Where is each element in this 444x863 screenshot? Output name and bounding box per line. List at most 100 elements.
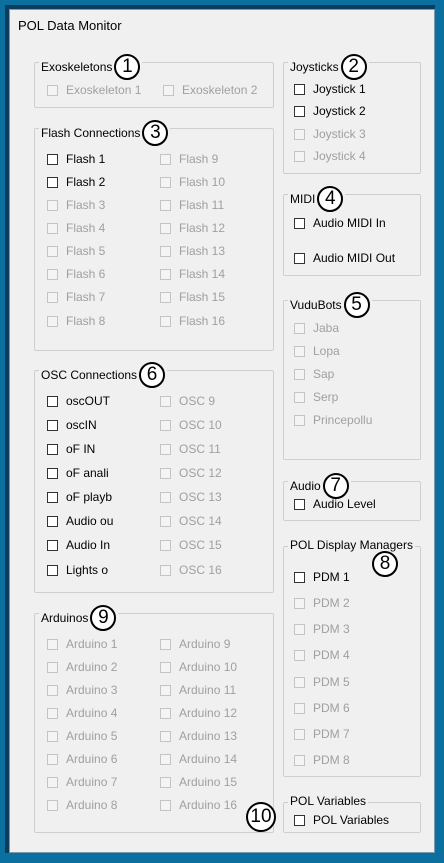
checkbox-box[interactable] [47, 753, 58, 765]
checkbox-osc-12[interactable]: OSC 12 [160, 466, 222, 480]
checkbox-box[interactable] [47, 315, 58, 327]
checkbox-box[interactable] [294, 649, 305, 661]
checkbox-box[interactable] [160, 176, 171, 188]
checkbox-box[interactable] [47, 467, 58, 479]
checkbox-box[interactable] [294, 754, 305, 766]
checkbox-vudu-jaba[interactable]: Jaba [294, 321, 339, 335]
checkbox-box[interactable] [163, 84, 174, 96]
checkbox-flash-9[interactable]: Flash 9 [160, 152, 218, 166]
checkbox-arduino-14[interactable]: Arduino 14 [160, 752, 237, 766]
checkbox-arduino-9[interactable]: Arduino 9 [160, 637, 230, 651]
checkbox-box[interactable] [294, 702, 305, 714]
checkbox-osc-16[interactable]: OSC 16 [160, 563, 222, 577]
checkbox-pdm-6[interactable]: PDM 6 [294, 701, 350, 715]
checkbox-flash-12[interactable]: Flash 12 [160, 221, 225, 235]
checkbox-box[interactable] [160, 799, 171, 811]
checkbox-box[interactable] [47, 153, 58, 165]
checkbox-arduino-7[interactable]: Arduino 7 [47, 775, 117, 789]
checkbox-box[interactable] [294, 676, 305, 688]
checkbox-osc-13[interactable]: OSC 13 [160, 490, 222, 504]
checkbox-box[interactable] [160, 467, 171, 479]
checkbox-box[interactable] [294, 150, 305, 162]
checkbox-flash-3[interactable]: Flash 3 [47, 198, 105, 212]
checkbox-lights-o[interactable]: Lights o [47, 563, 137, 577]
checkbox-box[interactable] [160, 153, 171, 165]
checkbox-box[interactable] [160, 707, 171, 719]
checkbox-osc-14[interactable]: OSC 14 [160, 514, 222, 528]
checkbox-arduino-12[interactable]: Arduino 12 [160, 706, 237, 720]
checkbox-box[interactable] [294, 414, 305, 426]
checkbox-of-in[interactable]: oF IN [47, 442, 137, 456]
checkbox-box[interactable] [47, 564, 58, 576]
checkbox-box[interactable] [294, 728, 305, 740]
checkbox-audio-level[interactable]: Audio Level [294, 497, 376, 511]
checkbox-joystick-1[interactable]: Joystick 1 [294, 82, 366, 96]
checkbox-box[interactable] [160, 268, 171, 280]
checkbox-flash-15[interactable]: Flash 15 [160, 290, 225, 304]
checkbox-box[interactable] [47, 245, 58, 257]
checkbox-box[interactable] [294, 571, 305, 583]
checkbox-box[interactable] [47, 176, 58, 188]
checkbox-arduino-2[interactable]: Arduino 2 [47, 660, 117, 674]
checkbox-arduino-4[interactable]: Arduino 4 [47, 706, 117, 720]
checkbox-box[interactable] [294, 368, 305, 380]
checkbox-joystick-4[interactable]: Joystick 4 [294, 149, 366, 163]
checkbox-box[interactable] [47, 661, 58, 673]
checkbox-box[interactable] [47, 443, 58, 455]
checkbox-box[interactable] [294, 814, 305, 826]
checkbox-box[interactable] [160, 539, 171, 551]
checkbox-pdm-3[interactable]: PDM 3 [294, 622, 350, 636]
checkbox-vudu-princepollu[interactable]: Princepollu [294, 413, 372, 427]
checkbox-box[interactable] [160, 395, 171, 407]
checkbox-box[interactable] [160, 515, 171, 527]
checkbox-box[interactable] [294, 252, 305, 264]
checkbox-flash-10[interactable]: Flash 10 [160, 175, 225, 189]
checkbox-box[interactable] [47, 268, 58, 280]
checkbox-osc-10[interactable]: OSC 10 [160, 418, 222, 432]
checkbox-pdm-2[interactable]: PDM 2 [294, 596, 350, 610]
checkbox-arduino-13[interactable]: Arduino 13 [160, 729, 237, 743]
checkbox-box[interactable] [160, 222, 171, 234]
checkbox-box[interactable] [47, 684, 58, 696]
checkbox-osc-9[interactable]: OSC 9 [160, 394, 215, 408]
checkbox-box[interactable] [47, 730, 58, 742]
checkbox-box[interactable] [160, 443, 171, 455]
checkbox-joystick-2[interactable]: Joystick 2 [294, 104, 366, 118]
checkbox-box[interactable] [294, 105, 305, 117]
checkbox-flash-2[interactable]: Flash 2 [47, 175, 105, 189]
checkbox-box[interactable] [47, 199, 58, 211]
checkbox-arduino-10[interactable]: Arduino 10 [160, 660, 237, 674]
checkbox-exoskeleton-2[interactable]: Exoskeleton 2 [163, 83, 257, 97]
checkbox-box[interactable] [160, 419, 171, 431]
checkbox-box[interactable] [160, 315, 171, 327]
checkbox-box[interactable] [294, 391, 305, 403]
checkbox-flash-8[interactable]: Flash 8 [47, 314, 105, 328]
checkbox-box[interactable] [47, 222, 58, 234]
checkbox-box[interactable] [160, 661, 171, 673]
checkbox-pdm-5[interactable]: PDM 5 [294, 675, 350, 689]
checkbox-box[interactable] [47, 539, 58, 551]
checkbox-of-playb[interactable]: oF playb [47, 490, 137, 504]
checkbox-joystick-3[interactable]: Joystick 3 [294, 127, 366, 141]
checkbox-arduino-6[interactable]: Arduino 6 [47, 752, 117, 766]
checkbox-flash-11[interactable]: Flash 11 [160, 198, 224, 212]
checkbox-box[interactable] [294, 322, 305, 334]
checkbox-vudu-sap[interactable]: Sap [294, 367, 334, 381]
checkbox-arduino-11[interactable]: Arduino 11 [160, 683, 236, 697]
checkbox-box[interactable] [160, 199, 171, 211]
checkbox-flash-16[interactable]: Flash 16 [160, 314, 225, 328]
checkbox-box[interactable] [47, 395, 58, 407]
checkbox-box[interactable] [47, 84, 58, 96]
checkbox-box[interactable] [294, 345, 305, 357]
checkbox-box[interactable] [294, 597, 305, 609]
checkbox-pdm-8[interactable]: PDM 8 [294, 753, 350, 767]
checkbox-flash-14[interactable]: Flash 14 [160, 267, 225, 281]
checkbox-box[interactable] [160, 491, 171, 503]
checkbox-box[interactable] [160, 564, 171, 576]
checkbox-flash-7[interactable]: Flash 7 [47, 290, 105, 304]
checkbox-box[interactable] [294, 623, 305, 635]
checkbox-audio-midi-out[interactable]: Audio MIDI Out [294, 251, 395, 265]
checkbox-of-anali[interactable]: oF anali [47, 466, 137, 480]
checkbox-box[interactable] [160, 753, 171, 765]
checkbox-audio-in[interactable]: Audio In [47, 538, 137, 552]
